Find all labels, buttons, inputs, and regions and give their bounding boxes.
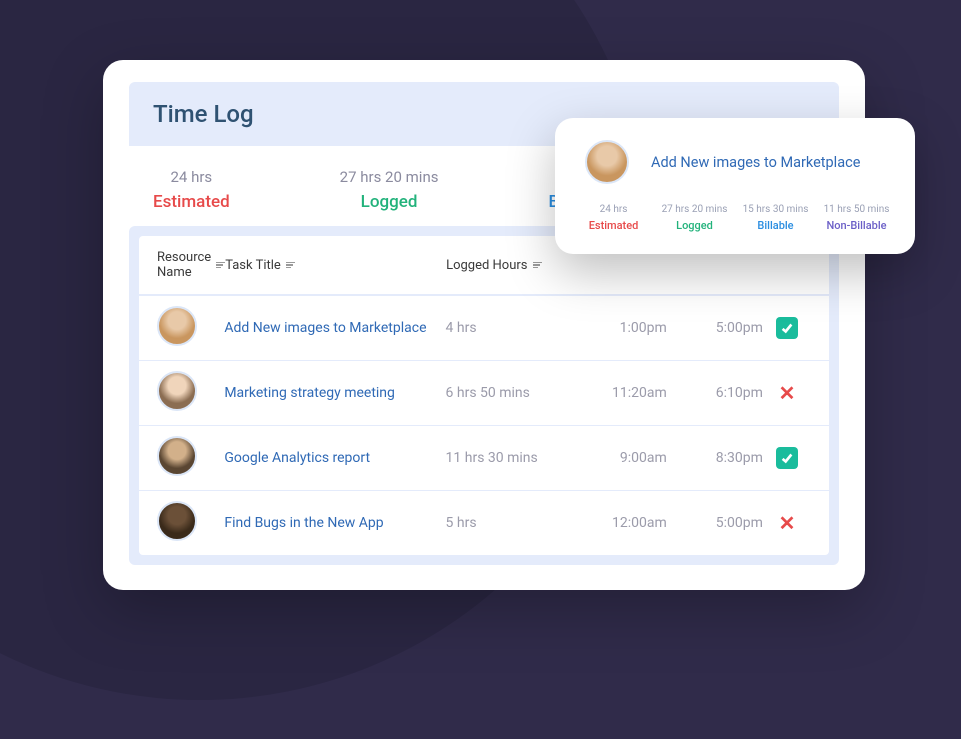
- metric-value: 24 hrs: [600, 204, 628, 215]
- end-time: 5:00pm: [667, 320, 763, 336]
- cross-icon: ✕: [779, 511, 796, 535]
- metric-billable: 15 hrs 30 mins Billable: [739, 204, 812, 232]
- avatar: [157, 371, 197, 411]
- logged-hours: 4 hrs: [446, 320, 571, 336]
- metric-label: Estimated: [589, 219, 639, 232]
- avatar: [157, 501, 197, 541]
- col-logged[interactable]: Logged Hours: [446, 250, 571, 280]
- start-time: 1:00pm: [571, 320, 667, 336]
- sort-icon: [286, 262, 295, 269]
- end-time: 6:10pm: [667, 385, 763, 401]
- col-label: Resource Name: [157, 250, 211, 280]
- avatar: [157, 306, 197, 346]
- col-resource[interactable]: Resource Name: [157, 250, 225, 280]
- logged-hours: 11 hrs 30 mins: [446, 450, 571, 466]
- detail-metrics: 24 hrs Estimated 27 hrs 20 mins Logged 1…: [573, 204, 897, 232]
- col-label: Logged Hours: [446, 258, 527, 273]
- avatar: [585, 140, 629, 184]
- task-title[interactable]: Find Bugs in the New App: [224, 515, 445, 531]
- cross-icon: ✕: [779, 381, 796, 405]
- start-time: 11:20am: [571, 385, 667, 401]
- sort-icon: [533, 262, 542, 269]
- table-row[interactable]: Marketing strategy meeting 6 hrs 50 mins…: [139, 361, 829, 426]
- end-time: 5:00pm: [667, 515, 763, 531]
- summary-value: 27 hrs 20 mins: [340, 168, 439, 186]
- end-time: 8:30pm: [667, 450, 763, 466]
- col-status: [763, 250, 811, 280]
- metric-nonbillable: 11 hrs 50 mins Non-Billable: [820, 204, 893, 232]
- metric-estimated: 24 hrs Estimated: [577, 204, 650, 232]
- metric-value: 27 hrs 20 mins: [662, 204, 728, 215]
- col-start: [571, 250, 667, 280]
- task-title[interactable]: Google Analytics report: [224, 450, 445, 466]
- table-container: Resource Name Task Title Logged Hours: [129, 226, 839, 565]
- check-icon: [776, 447, 798, 469]
- task-title[interactable]: Marketing strategy meeting: [224, 385, 445, 401]
- summary-label: Logged: [361, 192, 418, 212]
- detail-title[interactable]: Add New images to Marketplace: [651, 154, 860, 171]
- logged-hours: 6 hrs 50 mins: [446, 385, 571, 401]
- table-row[interactable]: Google Analytics report 11 hrs 30 mins 9…: [139, 426, 829, 491]
- col-task[interactable]: Task Title: [225, 250, 446, 280]
- check-icon: [776, 317, 798, 339]
- table-row[interactable]: Add New images to Marketplace 4 hrs 1:00…: [139, 296, 829, 361]
- task-title[interactable]: Add New images to Marketplace: [224, 320, 445, 336]
- summary-label: Estimated: [153, 192, 230, 212]
- time-log-table: Resource Name Task Title Logged Hours: [139, 236, 829, 555]
- start-time: 9:00am: [571, 450, 667, 466]
- metric-label: Billable: [757, 219, 793, 232]
- detail-header: Add New images to Marketplace: [573, 140, 897, 184]
- metric-logged: 27 hrs 20 mins Logged: [658, 204, 731, 232]
- table-row[interactable]: Find Bugs in the New App 5 hrs 12:00am 5…: [139, 491, 829, 555]
- logged-hours: 5 hrs: [446, 515, 571, 531]
- metric-value: 11 hrs 50 mins: [824, 204, 890, 215]
- avatar: [157, 436, 197, 476]
- col-label: Task Title: [225, 258, 281, 273]
- task-detail-card: Add New images to Marketplace 24 hrs Est…: [555, 118, 915, 254]
- summary-value: 24 hrs: [171, 168, 213, 186]
- metric-value: 15 hrs 30 mins: [743, 204, 809, 215]
- col-end: [667, 250, 763, 280]
- sort-icon: [216, 262, 225, 269]
- summary-estimated: 24 hrs Estimated: [153, 168, 230, 212]
- summary-logged: 27 hrs 20 mins Logged: [340, 168, 439, 212]
- metric-label: Non-Billable: [826, 219, 886, 232]
- start-time: 12:00am: [571, 515, 667, 531]
- metric-label: Logged: [676, 219, 713, 232]
